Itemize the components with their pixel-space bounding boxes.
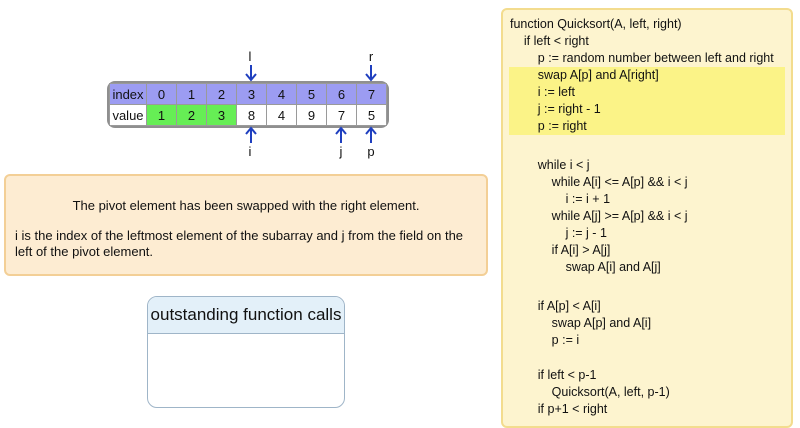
code-line: swap A[p] and A[i]	[510, 316, 652, 330]
arrow-up-icon	[365, 126, 377, 143]
marker-p-label: p	[367, 144, 375, 159]
code-line: Quicksort(A, left, p-1)	[510, 385, 670, 399]
pseudocode-panel: function Quicksort(A, left, right) if le…	[501, 8, 793, 428]
array-table: index 0 1 2 3 4 5 6 7 value 1 2 3 8 4 9 …	[109, 83, 387, 126]
code-line-highlighted: p := right	[509, 118, 785, 135]
index-cell: 3	[236, 83, 267, 105]
value-cell: 7	[326, 104, 357, 126]
marker-r-label: r	[368, 49, 374, 64]
code-line: while i < j	[510, 158, 590, 172]
marker-i-label: i	[248, 144, 252, 159]
index-cell: 4	[266, 83, 297, 105]
marker-l-label: l	[248, 49, 252, 64]
code-line: p := random number between left and righ…	[510, 51, 774, 65]
value-label: value	[109, 104, 147, 126]
value-cell: 8	[236, 104, 267, 126]
explanation-line-2: i is the index of the leftmost element o…	[15, 228, 464, 259]
index-label: index	[109, 83, 147, 105]
value-cell: 5	[356, 104, 387, 126]
value-cell: 9	[296, 104, 327, 126]
code-line-highlighted: i := left	[509, 84, 785, 101]
code-line: if left < p-1	[510, 368, 597, 382]
code-line: while A[i] <= A[p] && i < j	[510, 175, 688, 189]
index-cell: 2	[206, 83, 237, 105]
code-line: p := i	[510, 333, 580, 347]
code-line-highlighted: swap A[p] and A[right]	[509, 67, 785, 84]
code-line-highlighted: j := right - 1	[509, 101, 785, 118]
arrow-down-icon	[245, 65, 257, 82]
arrow-down-icon	[365, 65, 377, 82]
index-cell: 7	[356, 83, 387, 105]
index-cell: 1	[176, 83, 207, 105]
outstanding-calls-panel: outstanding function calls	[147, 296, 345, 408]
index-row: index 0 1 2 3 4 5 6 7	[109, 83, 387, 105]
arrow-up-icon	[335, 126, 347, 143]
code-line: j := j - 1	[510, 226, 607, 240]
value-row: value 1 2 3 8 4 9 7 5	[109, 104, 387, 126]
code-line: if left < right	[510, 34, 589, 48]
code-line: swap A[i] and A[j]	[510, 260, 661, 274]
explanation-box: The pivot element has been swapped with …	[4, 174, 488, 276]
code-line: if A[p] < A[i]	[510, 299, 601, 313]
index-cell: 6	[326, 83, 357, 105]
outstanding-calls-title: outstanding function calls	[148, 297, 344, 334]
arrow-up-icon	[245, 126, 257, 143]
index-cell: 5	[296, 83, 327, 105]
value-cell: 4	[266, 104, 297, 126]
code-line: function Quicksort(A, left, right)	[510, 17, 682, 31]
explanation-line-1: The pivot element has been swapped with …	[72, 198, 420, 213]
value-cell: 3	[206, 104, 237, 126]
code-line: i := i + 1	[510, 192, 611, 206]
value-cell: 1	[146, 104, 177, 126]
index-cell: 0	[146, 83, 177, 105]
value-cell: 2	[176, 104, 207, 126]
marker-j-label: j	[339, 144, 343, 159]
code-line: if A[i] > A[j]	[510, 243, 611, 257]
code-line: if p+1 < right	[510, 402, 608, 416]
code-line: while A[j] >= A[p] && i < j	[510, 209, 688, 223]
